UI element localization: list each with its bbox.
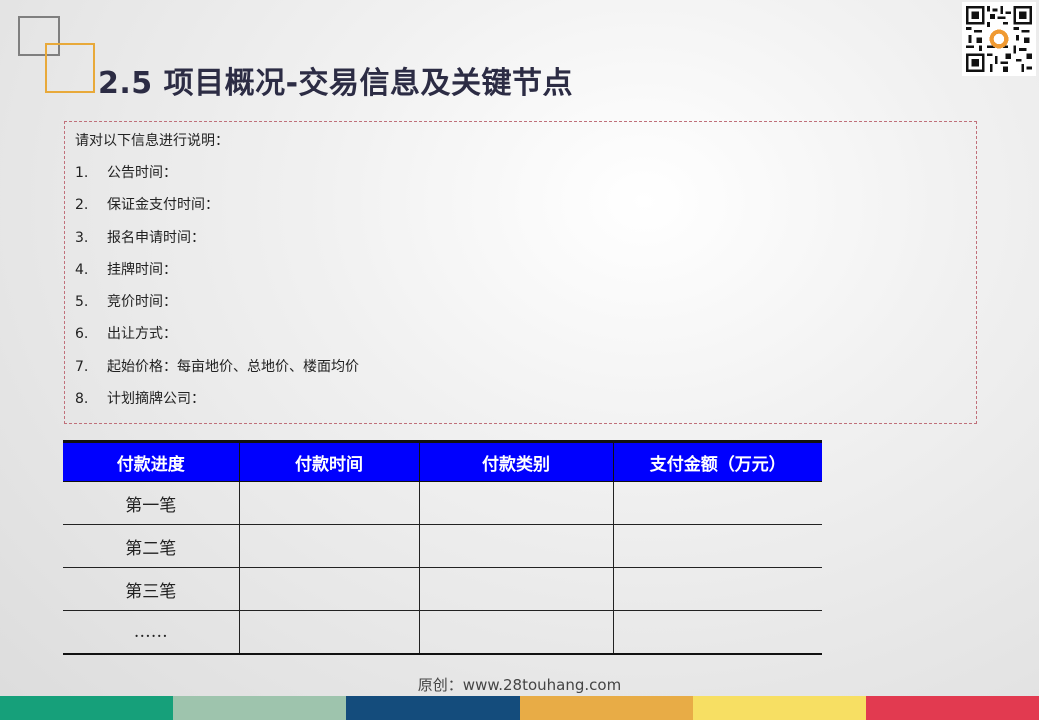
list-item: 1. 公告时间：: [75, 163, 966, 195]
table-cell: 第三笔: [63, 567, 239, 611]
list-item-text: 挂牌时间：: [107, 261, 177, 278]
info-list: 1. 公告时间： 2. 保证金支付时间： 3. 报名申请时间： 4. 挂牌时间： 5. 竞…: [75, 163, 966, 421]
table-cell: 第二笔: [63, 524, 239, 568]
table-cell: 第一笔: [63, 481, 239, 525]
info-intro: 请对以下信息进行说明：: [75, 133, 229, 149]
table-cell: [612, 567, 822, 611]
table-cell: [238, 524, 419, 568]
list-item-text: 计划摘牌公司：: [107, 391, 205, 408]
info-instructions-box: 请对以下信息进行说明： 1. 公告时间： 2. 保证金支付时间： 3. 报名申请时间：…: [64, 121, 977, 424]
table-cell: [238, 610, 419, 655]
list-item-number: 1.: [75, 165, 89, 181]
list-item-text: 公告时间：: [107, 165, 177, 181]
color-bar-segment: [519, 696, 693, 720]
table-cell: [612, 610, 822, 655]
table-cell: [418, 610, 613, 655]
footer-color-bar: [0, 696, 1039, 720]
list-item-number: 3.: [75, 229, 89, 246]
table-cell: [238, 481, 419, 525]
list-item: 6. 出让方式：: [75, 324, 966, 356]
list-item-number: 6.: [75, 326, 89, 343]
footer-credit: 原创：www.28touhang.com: [417, 676, 622, 694]
list-item-text: 竞价时间：: [107, 294, 177, 311]
table-cell: ……: [63, 610, 239, 655]
column-header-progress: 付款进度: [63, 440, 239, 482]
table-row: ……: [63, 610, 822, 655]
page-title: 2.5 项目概况-交易信息及关键节点: [98, 66, 574, 101]
table-row: 第三笔: [63, 567, 822, 611]
list-item-text: 报名申请时间：: [107, 229, 205, 246]
table-row: 第一笔: [63, 481, 822, 525]
list-item-number: 5.: [75, 294, 89, 311]
list-item: 5. 竞价时间：: [75, 292, 966, 324]
qr-code-icon: [962, 2, 1036, 76]
decorative-square-gold: [45, 43, 95, 93]
table-cell: [418, 524, 613, 568]
list-item: 2. 保证金支付时间：: [75, 195, 966, 227]
list-item-text: 保证金支付时间：: [107, 197, 219, 214]
color-bar-segment: [173, 696, 347, 720]
table-cell: [418, 567, 613, 611]
list-item-number: 7.: [75, 358, 89, 375]
list-item-number: 2.: [75, 197, 89, 214]
list-item-text: 起始价格：每亩地价、总地价、楼面均价: [107, 358, 359, 375]
list-item: 4. 挂牌时间：: [75, 260, 966, 292]
table-cell: [238, 567, 419, 611]
payment-schedule-table: 付款进度 付款时间 付款类别 支付金额（万元） 第一笔 第二笔 第三笔 ……: [63, 440, 822, 655]
color-bar-segment: [865, 696, 1039, 720]
list-item-number: 8.: [75, 391, 89, 408]
list-item: 3. 报名申请时间：: [75, 228, 966, 260]
list-item-text: 出让方式：: [107, 326, 177, 343]
column-header-time: 付款时间: [238, 440, 419, 482]
table-header-row: 付款进度 付款时间 付款类别 支付金额（万元）: [63, 440, 822, 482]
list-item: 7. 起始价格：每亩地价、总地价、楼面均价: [75, 357, 966, 389]
color-bar-segment: [346, 696, 520, 720]
column-header-category: 付款类别: [418, 440, 613, 482]
list-item-number: 4.: [75, 261, 89, 278]
table-cell: [612, 524, 822, 568]
list-item: 8. 计划摘牌公司：: [75, 389, 966, 421]
table-row: 第二笔: [63, 524, 822, 568]
table-cell: [612, 481, 822, 525]
table-cell: [418, 481, 613, 525]
color-bar-segment: [692, 696, 866, 720]
column-header-amount: 支付金额（万元）: [612, 440, 822, 482]
color-bar-segment: [0, 696, 174, 720]
